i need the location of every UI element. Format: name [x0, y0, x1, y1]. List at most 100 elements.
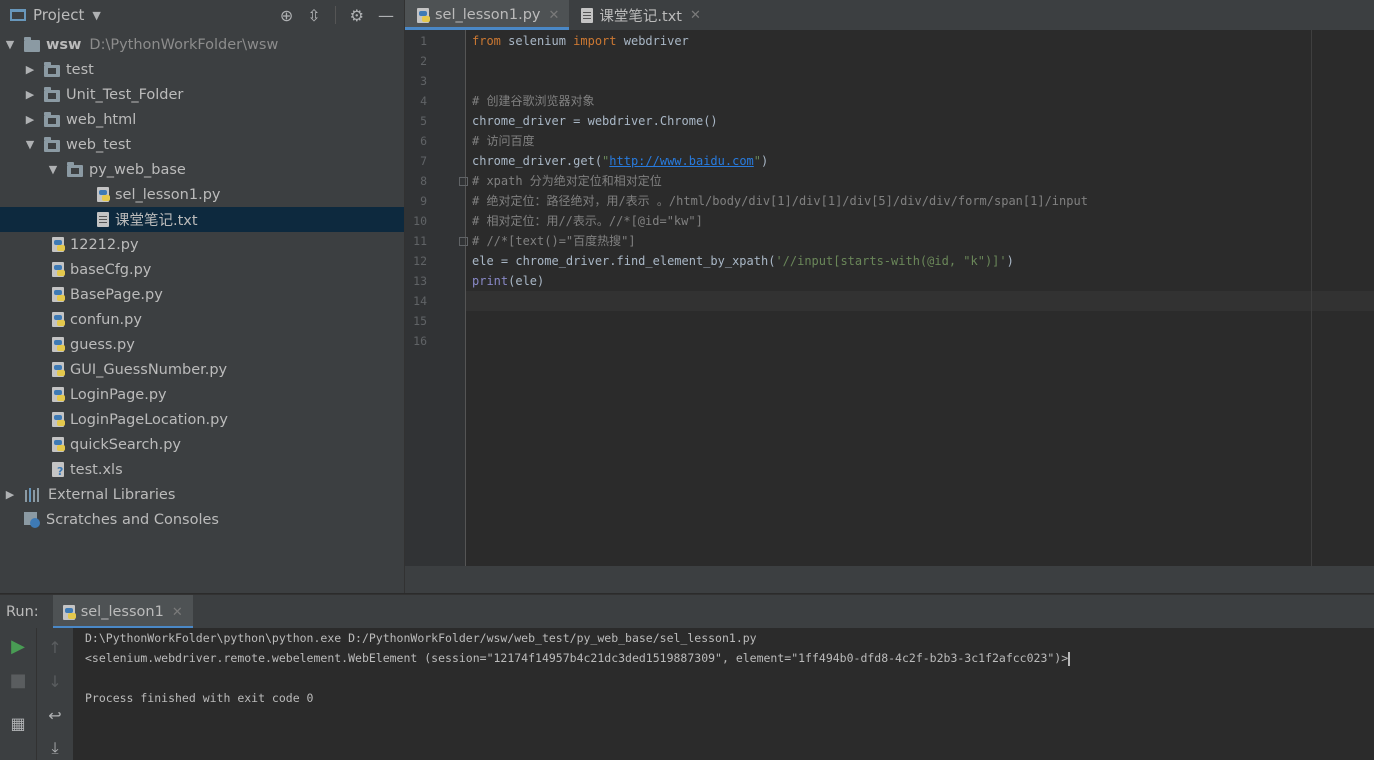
line-number: 10 — [413, 214, 427, 228]
toolbar-divider — [334, 6, 336, 24]
tree-item-label: web_html — [66, 111, 137, 128]
tab-label: sel_lesson1.py — [435, 7, 541, 23]
arrow-up-icon[interactable]: ↑ — [37, 638, 73, 657]
tree-item-gui-guessnumber[interactable]: GUI_GuessNumber.py — [0, 357, 404, 382]
tab-notes-txt[interactable]: 课堂笔记.txt ✕ — [569, 0, 710, 30]
tree-item-guess[interactable]: guess.py — [0, 332, 404, 357]
scroll-to-end-icon[interactable]: ⤓ — [37, 738, 73, 758]
project-root-path: D:\PythonWorkFolder\wsw — [89, 36, 279, 53]
tree-item-basecfg[interactable]: baseCfg.py — [0, 257, 404, 282]
tree-item-confun[interactable]: confun.py — [0, 307, 404, 332]
expanded-arrow-icon[interactable]: ▼ — [24, 138, 36, 151]
editor-tab-bar: sel_lesson1.py ✕ 课堂笔记.txt ✕ — [404, 0, 1374, 30]
code-line-4: # 创建谷歌浏览器对象 — [472, 94, 595, 108]
tree-item-sel-lesson1[interactable]: sel_lesson1.py — [0, 182, 404, 207]
fold-marker-icon[interactable] — [459, 177, 468, 186]
expanded-arrow-icon[interactable]: ▼ — [4, 38, 16, 51]
code-line-1: from selenium import webdriver — [472, 34, 689, 48]
text-file-icon — [581, 7, 594, 23]
tree-item-loginpage[interactable]: LoginPage.py — [0, 382, 404, 407]
run-label: Run: — [6, 604, 39, 620]
run-tab-label: sel_lesson1 — [80, 604, 164, 620]
line-number-gutter: 1 2 3 4 5 6 7 8 9 10 11 12 13 14 15 16 — [405, 30, 468, 566]
tree-item-notes-txt[interactable]: 课堂笔记.txt — [0, 207, 404, 232]
tree-item-test-xls[interactable]: test.xls — [0, 457, 404, 482]
collapsed-arrow-icon[interactable]: ▶ — [24, 63, 36, 76]
tree-item-label: sel_lesson1.py — [115, 186, 221, 203]
line-number: 7 — [420, 154, 427, 168]
line-number: 14 — [413, 294, 427, 308]
minimize-icon[interactable]: — — [378, 6, 394, 25]
tree-item-unit-test-folder[interactable]: ▶ Unit_Test_Folder — [0, 82, 404, 107]
tree-item-label: baseCfg.py — [70, 261, 152, 278]
console-line: <selenium.webdriver.remote.webelement.We… — [85, 651, 1071, 666]
python-file-icon — [52, 237, 65, 252]
soft-wrap-icon[interactable]: ↩ — [37, 706, 73, 725]
line-number: 16 — [413, 334, 427, 348]
close-icon[interactable]: ✕ — [690, 8, 701, 23]
run-console-output[interactable]: D:\PythonWorkFolder\python\python.exe D:… — [73, 628, 1374, 760]
project-panel: Project ▼ ⊕ ⇳ ⚙ — ▼ wsw D:\PythonWorkFol… — [0, 0, 404, 593]
fold-marker-icon[interactable] — [459, 237, 468, 246]
tree-item-label: LoginPageLocation.py — [70, 411, 228, 428]
project-title[interactable]: Project — [33, 6, 84, 24]
tree-item-loginpagelocation[interactable]: LoginPageLocation.py — [0, 407, 404, 432]
line-number: 8 — [420, 174, 427, 188]
tree-item-quicksearch[interactable]: quickSearch.py — [0, 432, 404, 457]
tree-item-basepage[interactable]: BasePage.py — [0, 282, 404, 307]
tree-item-12212[interactable]: 12212.py — [0, 232, 404, 257]
run-tab-sel-lesson1[interactable]: sel_lesson1 ✕ — [52, 595, 193, 629]
code-editor[interactable]: 1 2 3 4 5 6 7 8 9 10 11 12 13 14 15 16 f… — [404, 30, 1374, 566]
tree-item-web-test[interactable]: ▼ web_test — [0, 132, 404, 157]
collapse-all-icon[interactable]: ⇳ — [307, 6, 320, 25]
gear-icon[interactable]: ⚙ — [350, 6, 364, 25]
collapsed-arrow-icon[interactable]: ▶ — [24, 88, 36, 101]
layout-icon[interactable]: ▦ — [0, 714, 36, 733]
tree-item-label: LoginPage.py — [70, 386, 167, 403]
tree-item-test[interactable]: ▶ test — [0, 57, 404, 82]
tree-item-wsw[interactable]: ▼ wsw D:\PythonWorkFolder\wsw — [0, 32, 404, 57]
arrow-down-icon[interactable]: ↓ — [37, 672, 73, 691]
editor-bottom-bar — [404, 566, 1374, 593]
tree-item-external-libraries[interactable]: ▶ External Libraries — [0, 482, 404, 507]
code-line-7: chrome_driver.get("http://www.baidu.com"… — [472, 154, 769, 168]
tree-item-label: test — [66, 61, 94, 78]
scratch-icon — [24, 511, 40, 528]
close-icon[interactable]: ✕ — [172, 605, 183, 620]
folder-icon — [44, 87, 60, 102]
folder-icon — [44, 112, 60, 127]
tree-item-py-web-base[interactable]: ▼ py_web_base — [0, 157, 404, 182]
python-file-icon — [52, 312, 65, 327]
tab-sel-lesson1[interactable]: sel_lesson1.py ✕ — [405, 0, 570, 30]
code-line-10: # 相对定位：用//表示。//*[@id="kw"] — [472, 214, 703, 228]
python-file-icon — [52, 287, 65, 302]
chevron-down-icon[interactable]: ▼ — [92, 9, 100, 22]
folder-icon — [24, 37, 40, 52]
stop-icon[interactable]: ■ — [0, 670, 36, 691]
collapsed-arrow-icon[interactable]: ▶ — [24, 113, 36, 126]
line-number: 5 — [420, 114, 427, 128]
tree-item-label: GUI_GuessNumber.py — [70, 361, 228, 378]
url-link[interactable]: http://www.baidu.com — [609, 154, 754, 168]
run-play-icon[interactable]: ▶ — [0, 636, 36, 657]
python-file-icon — [52, 387, 65, 402]
tree-item-label: web_test — [66, 136, 132, 153]
tree-item-label: BasePage.py — [70, 286, 163, 303]
tree-item-web-html[interactable]: ▶ web_html — [0, 107, 404, 132]
library-icon — [24, 487, 42, 503]
line-number: 9 — [420, 194, 427, 208]
expanded-arrow-icon[interactable]: ▼ — [47, 163, 59, 176]
python-file-icon — [52, 412, 65, 427]
tree-item-scratches[interactable]: Scratches and Consoles — [0, 507, 404, 532]
collapsed-arrow-icon[interactable]: ▶ — [4, 488, 16, 501]
right-margin-guide — [1311, 30, 1312, 566]
locate-icon[interactable]: ⊕ — [280, 6, 293, 25]
code-line-11: # //*[text()="百度热搜"] — [472, 234, 636, 248]
line-number: 4 — [420, 94, 427, 108]
close-icon[interactable]: ✕ — [549, 8, 560, 23]
project-window-icon — [10, 9, 26, 21]
code-line-8: # xpath 分为绝对定位和相对定位 — [472, 174, 662, 188]
line-number: 6 — [420, 134, 427, 148]
tab-label: 课堂笔记.txt — [599, 8, 682, 25]
text-cursor — [1068, 651, 1071, 666]
